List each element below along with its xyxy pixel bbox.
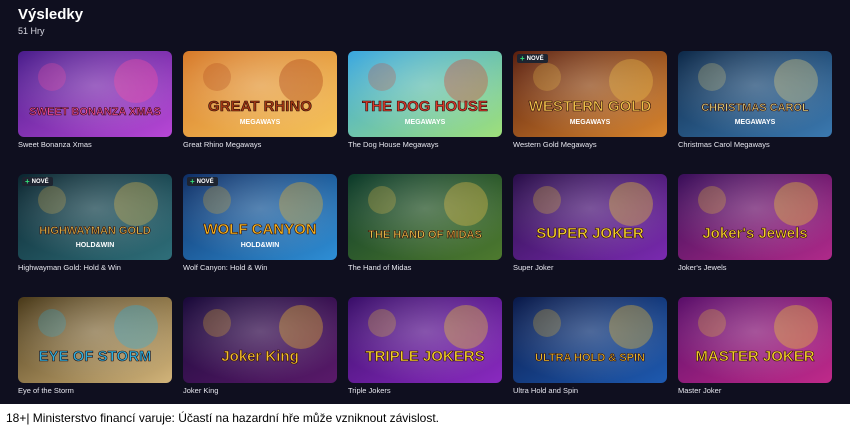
game-logo-text: HIGHWAYMAN GOLD bbox=[39, 225, 150, 237]
gambling-warning-text: 18+| Ministerstvo financí varuje: Účastí… bbox=[6, 410, 439, 425]
game-tile[interactable]: THE HAND OF MIDAS The Hand of Midas bbox=[348, 174, 502, 272]
new-badge: + NOVÉ bbox=[517, 54, 548, 63]
game-tile[interactable]: WESTERN GOLD MEGAWAYS + NOVÉ Western Gold Me… bbox=[513, 51, 667, 149]
game-title[interactable]: The Hand of Midas bbox=[348, 263, 411, 272]
game-grid: SWEET BONANZA XMAS Sweet Bonanza Xmas GREA… bbox=[18, 51, 832, 395]
game-title[interactable]: Master Joker bbox=[678, 386, 721, 395]
plus-icon: + bbox=[190, 177, 195, 186]
game-title[interactable]: Sweet Bonanza Xmas bbox=[18, 140, 92, 149]
game-thumbnail[interactable]: CHRISTMAS CAROL MEGAWAYS bbox=[678, 51, 832, 137]
game-logo-text: Joker's Jewels bbox=[702, 225, 807, 242]
new-badge-label: NOVÉ bbox=[31, 178, 49, 185]
game-thumbnail[interactable]: ULTRA HOLD & SPIN bbox=[513, 297, 667, 383]
game-tile[interactable]: ULTRA HOLD & SPIN Ultra Hold and Spin bbox=[513, 297, 667, 395]
game-title[interactable]: Great Rhino Megaways bbox=[183, 140, 261, 149]
game-title[interactable]: The Dog House Megaways bbox=[348, 140, 438, 149]
game-tile[interactable]: WOLF CANYON HOLD&WIN + NOVÉ Wolf Canyon: Hol… bbox=[183, 174, 337, 272]
game-tile[interactable]: CHRISTMAS CAROL MEGAWAYS Christmas Carol M… bbox=[678, 51, 832, 149]
game-thumbnail[interactable]: Joker King bbox=[183, 297, 337, 383]
game-logo-subtext: HOLD&WIN bbox=[241, 242, 280, 249]
game-thumbnail[interactable]: WESTERN GOLD MEGAWAYS + NOVÉ bbox=[513, 51, 667, 137]
game-tile[interactable]: Joker's Jewels Joker's Jewels bbox=[678, 174, 832, 272]
game-thumbnail[interactable]: THE HAND OF MIDAS bbox=[348, 174, 502, 260]
game-logo-text: THE HAND OF MIDAS bbox=[368, 229, 482, 241]
game-thumbnail[interactable]: HIGHWAYMAN GOLD HOLD&WIN + NOVÉ bbox=[18, 174, 172, 260]
game-title[interactable]: Highwayman Gold: Hold & Win bbox=[18, 263, 121, 272]
new-badge-label: NOVÉ bbox=[196, 178, 214, 185]
game-thumbnail[interactable]: THE DOG HOUSE MEGAWAYS bbox=[348, 51, 502, 137]
game-title[interactable]: Ultra Hold and Spin bbox=[513, 386, 578, 395]
game-tile[interactable]: SWEET BONANZA XMAS Sweet Bonanza Xmas bbox=[18, 51, 172, 149]
game-tile[interactable]: GREAT RHINO MEGAWAYS Great Rhino Megaways bbox=[183, 51, 337, 149]
game-thumbnail[interactable]: SUPER JOKER bbox=[513, 174, 667, 260]
game-logo-text: THE DOG HOUSE bbox=[362, 98, 488, 115]
game-title[interactable]: Super Joker bbox=[513, 263, 553, 272]
game-logo-text: SUPER JOKER bbox=[536, 225, 644, 242]
game-tile[interactable]: MASTER JOKER Master Joker bbox=[678, 297, 832, 395]
game-logo-text: Joker King bbox=[221, 348, 299, 365]
game-title[interactable]: Christmas Carol Megaways bbox=[678, 140, 770, 149]
game-logo-text: GREAT RHINO bbox=[208, 98, 312, 115]
game-logo-text: WOLF CANYON bbox=[203, 221, 316, 238]
game-logo-text: CHRISTMAS CAROL bbox=[701, 102, 809, 114]
game-title[interactable]: Eye of the Storm bbox=[18, 386, 74, 395]
page-title: Výsledky bbox=[18, 6, 84, 23]
game-logo-text: WESTERN GOLD bbox=[529, 98, 652, 115]
game-title[interactable]: Western Gold Megaways bbox=[513, 140, 597, 149]
game-tile[interactable]: THE DOG HOUSE MEGAWAYS The Dog House Megaw… bbox=[348, 51, 502, 149]
new-badge: + NOVÉ bbox=[22, 177, 53, 186]
game-title[interactable]: Joker King bbox=[183, 386, 218, 395]
plus-icon: + bbox=[520, 54, 525, 63]
game-logo-subtext: MEGAWAYS bbox=[735, 119, 776, 126]
gambling-warning-footer: 18+| Ministerstvo financí varuje: Účastí… bbox=[0, 404, 850, 431]
game-logo-text: MASTER JOKER bbox=[695, 348, 814, 365]
game-tile[interactable]: HIGHWAYMAN GOLD HOLD&WIN + NOVÉ Highwayman G… bbox=[18, 174, 172, 272]
game-logo-text: TRIPLE JOKERS bbox=[365, 348, 484, 365]
game-title[interactable]: Wolf Canyon: Hold & Win bbox=[183, 263, 267, 272]
game-tile[interactable]: Joker King Joker King bbox=[183, 297, 337, 395]
results-header: Výsledky 51 Hry bbox=[18, 6, 83, 36]
new-badge-label: NOVÉ bbox=[526, 55, 544, 62]
game-thumbnail[interactable]: Joker's Jewels bbox=[678, 174, 832, 260]
game-logo-text: EYE OF STORM bbox=[38, 348, 151, 365]
game-title[interactable]: Joker's Jewels bbox=[678, 263, 727, 272]
game-logo-subtext: MEGAWAYS bbox=[405, 119, 446, 126]
game-logo-text: ULTRA HOLD & SPIN bbox=[535, 352, 645, 364]
game-logo-subtext: HOLD&WIN bbox=[76, 242, 115, 249]
results-count: 51 Hry bbox=[18, 26, 45, 36]
game-thumbnail[interactable]: MASTER JOKER bbox=[678, 297, 832, 383]
game-logo-subtext: MEGAWAYS bbox=[570, 119, 611, 126]
game-logo-text: SWEET BONANZA XMAS bbox=[29, 106, 161, 118]
game-thumbnail[interactable]: GREAT RHINO MEGAWAYS bbox=[183, 51, 337, 137]
game-tile[interactable]: SUPER JOKER Super Joker bbox=[513, 174, 667, 272]
game-thumbnail[interactable]: WOLF CANYON HOLD&WIN + NOVÉ bbox=[183, 174, 337, 260]
plus-icon: + bbox=[25, 177, 30, 186]
game-thumbnail[interactable]: SWEET BONANZA XMAS bbox=[18, 51, 172, 137]
game-tile[interactable]: EYE OF STORM Eye of the Storm bbox=[18, 297, 172, 395]
game-title[interactable]: Triple Jokers bbox=[348, 386, 391, 395]
game-thumbnail[interactable]: TRIPLE JOKERS bbox=[348, 297, 502, 383]
game-logo-subtext: MEGAWAYS bbox=[240, 119, 281, 126]
new-badge: + NOVÉ bbox=[187, 177, 218, 186]
game-thumbnail[interactable]: EYE OF STORM bbox=[18, 297, 172, 383]
game-tile[interactable]: TRIPLE JOKERS Triple Jokers bbox=[348, 297, 502, 395]
